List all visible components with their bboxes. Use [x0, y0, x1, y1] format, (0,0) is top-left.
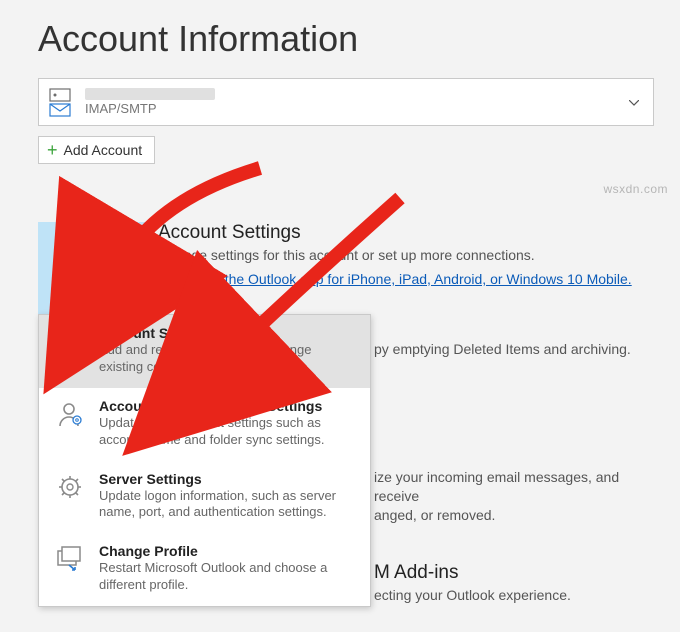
add-account-button[interactable]: + Add Account: [38, 136, 155, 164]
user-gear-icon: [53, 325, 87, 376]
section-desc: Change settings for this account or set …: [158, 246, 654, 265]
caret-down-icon: [629, 93, 639, 111]
watermark: wsxdn.com: [603, 182, 668, 196]
menu-desc: Add and remove accounts or change existi…: [99, 342, 358, 376]
section-title: Account Settings: [158, 222, 654, 244]
account-email-redacted: [85, 88, 215, 100]
mailbox-desc-fragment: py emptying Deleted Items and archiving.: [374, 340, 654, 359]
menu-desc: Restart Microsoft Outlook and choose a d…: [99, 560, 358, 594]
menu-item-server-settings[interactable]: Server Settings Update logon information…: [39, 461, 370, 534]
menu-title: Change Profile: [99, 543, 358, 559]
menu-title: Account Name and Sync Settings: [99, 398, 358, 414]
rules-desc-fragment-2: anged, or removed.: [374, 506, 654, 525]
account-info: IMAP/SMTP: [85, 88, 215, 116]
menu-title: Server Settings: [99, 471, 358, 487]
account-settings-button-label: Account Settings: [63, 276, 122, 307]
account-settings-menu: Account Settings... Add and remove accou…: [38, 314, 371, 607]
menu-item-change-profile[interactable]: Change Profile Restart Microsoft Outlook…: [39, 533, 370, 606]
rules-desc-fragment-1: ize your incoming email messages, and re…: [374, 468, 654, 506]
account-selector[interactable]: IMAP/SMTP: [38, 78, 654, 126]
menu-item-account-settings[interactable]: Account Settings... Add and remove accou…: [39, 315, 370, 388]
menu-desc: Update logon information, such as server…: [99, 488, 358, 522]
menu-item-name-sync[interactable]: Account Name and Sync Settings Update ba…: [39, 388, 370, 461]
plus-icon: +: [47, 143, 58, 157]
account-type: IMAP/SMTP: [85, 102, 215, 116]
menu-desc: Update basic account settings such as ac…: [99, 415, 358, 449]
addins-desc-fragment: ecting your Outlook experience.: [374, 586, 654, 605]
user-gear-icon: [53, 398, 87, 449]
mailbox-icon: [49, 88, 71, 117]
menu-title: Account Settings...: [99, 325, 358, 341]
page-title: Account Information: [38, 18, 680, 60]
gear-icon: [53, 471, 87, 522]
addins-title-fragment: M Add-ins: [374, 562, 654, 584]
get-outlook-app-link[interactable]: Get the Outlook app for iPhone, iPad, An…: [198, 271, 631, 287]
section-account-settings: Account Settings Change settings for thi…: [158, 222, 654, 289]
add-account-label: Add Account: [64, 142, 143, 158]
change-profile-icon: [53, 543, 87, 594]
account-settings-dropdown-button[interactable]: Account Settings: [38, 222, 146, 314]
user-gear-icon: [73, 229, 111, 270]
